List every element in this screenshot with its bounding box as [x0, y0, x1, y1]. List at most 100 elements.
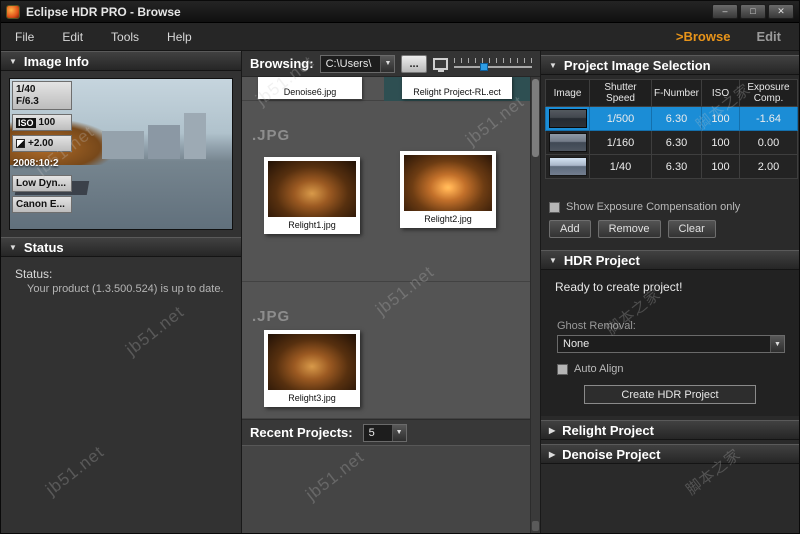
- collapse-icon: ▼: [549, 60, 557, 70]
- app-icon: [6, 4, 20, 19]
- photo-building: [148, 125, 180, 159]
- file-card[interactable]: Relight2.jpg: [400, 151, 496, 228]
- exif-iso-value: 100: [38, 117, 56, 128]
- file-thumbnail: [268, 161, 356, 217]
- status-header[interactable]: ▼ Status: [1, 237, 241, 257]
- file-group-row: .JPG Relight1.jpg Relight2.jpg: [242, 101, 530, 282]
- exif-shutter-aperture: 1/40 F/6.3: [12, 81, 72, 110]
- file-card[interactable]: Denoise6.jpg: [258, 77, 362, 99]
- table-row[interactable]: 1/500 6.30 100 -1.64: [545, 106, 798, 131]
- auto-align-checkbox[interactable]: [557, 363, 568, 375]
- cell-iso: 100: [701, 106, 740, 131]
- file-name: Relight2.jpg: [424, 214, 472, 224]
- minimize-button[interactable]: –: [712, 4, 738, 19]
- remove-button[interactable]: Remove: [597, 220, 661, 238]
- browser-panel: Browsing: C:\Users\ ▼ ... Denoise6.jpg R…: [241, 51, 541, 533]
- mode-browse[interactable]: >Browse: [676, 29, 731, 44]
- expand-icon: ▶: [549, 449, 556, 459]
- menu-edit[interactable]: Edit: [48, 23, 97, 51]
- denoise-project-title: Denoise Project: [562, 446, 661, 462]
- hdr-project-title: HDR Project: [563, 252, 640, 268]
- col-f-number: F-Number: [651, 79, 702, 107]
- denoise-project-header[interactable]: ▶ Denoise Project: [541, 444, 799, 464]
- col-image: Image: [545, 79, 590, 107]
- close-button[interactable]: ✕: [768, 4, 794, 19]
- add-button[interactable]: Add: [549, 220, 591, 238]
- file-card[interactable]: Relight3.jpg: [264, 330, 360, 407]
- exif-camera[interactable]: Canon E...: [12, 196, 72, 213]
- file-name: Relight1.jpg: [288, 220, 336, 230]
- show-ev-only-checkbox[interactable]: [549, 201, 560, 213]
- mode-switcher: >Browse Edit: [676, 29, 799, 44]
- status-message: Your product (1.3.500.524) is up to date…: [27, 283, 224, 295]
- browse-folder-button[interactable]: ...: [401, 54, 427, 73]
- hdr-project-content: Ready to create project! Ghost Removal: …: [541, 270, 799, 416]
- menu-bar: File Edit Tools Help >Browse Edit: [1, 23, 799, 51]
- project-panel: ▼ Project Image Selection Image Shutter …: [541, 51, 799, 533]
- photo-building: [184, 113, 206, 159]
- file-card[interactable]: Relight1.jpg: [264, 157, 360, 234]
- relight-project-title: Relight Project: [562, 422, 654, 438]
- photo-building: [102, 131, 144, 159]
- view-mode-icon[interactable]: [432, 57, 449, 72]
- slider-handle[interactable]: [480, 62, 489, 71]
- iso-badge: ISO: [16, 117, 36, 128]
- cell-shutter: 1/160: [589, 130, 652, 155]
- status-label: Status:: [15, 267, 53, 281]
- window-controls: – □ ✕: [712, 4, 794, 19]
- ghost-removal-dropdown[interactable]: None ▼: [557, 335, 785, 353]
- vertical-scrollbar[interactable]: [530, 77, 540, 533]
- app-window: Eclipse HDR PRO - Browse – □ ✕ File Edit…: [0, 0, 800, 534]
- recent-projects-bar: Recent Projects: 5 ▼: [242, 419, 530, 445]
- title-bar: Eclipse HDR PRO - Browse – □ ✕: [1, 1, 799, 23]
- cell-ev: 2.00: [739, 154, 798, 179]
- show-ev-only-label: Show Exposure Compensation only: [566, 201, 741, 213]
- cell-shutter: 1/500: [589, 106, 652, 131]
- scrollbar-thumb[interactable]: [532, 79, 539, 157]
- ghost-removal-value: None: [563, 338, 590, 350]
- exif-date: 2008:10:2: [13, 158, 59, 169]
- selected-file-tile[interactable]: Relight Project-RL.ect: [384, 77, 530, 101]
- exif-shutter: 1/40: [16, 84, 36, 95]
- file-name: Relight3.jpg: [288, 393, 336, 403]
- slider-track: [454, 65, 532, 68]
- create-hdr-project-button[interactable]: Create HDR Project: [584, 385, 756, 404]
- col-iso: ISO: [701, 79, 740, 107]
- row-thumbnail: [548, 109, 587, 128]
- project-image-selection-header[interactable]: ▼ Project Image Selection: [541, 55, 799, 75]
- recent-projects-dropdown[interactable]: 5 ▼: [362, 423, 407, 442]
- exif-ev: +2.00: [12, 135, 72, 152]
- recent-projects-label: Recent Projects:: [250, 425, 353, 440]
- thumbnail-size-slider: [454, 57, 532, 71]
- browsing-toolbar: Browsing: C:\Users\ ▼ ...: [242, 51, 540, 77]
- exposure-icon: [16, 139, 25, 148]
- mode-edit[interactable]: Edit: [756, 29, 781, 44]
- exif-dynamic-range[interactable]: Low Dyn...: [12, 175, 72, 192]
- col-exposure-comp: Exposure Comp.: [739, 79, 798, 107]
- auto-align-label: Auto Align: [574, 363, 624, 375]
- file-card[interactable]: Relight Project-RL.ect: [402, 77, 512, 99]
- chevron-down-icon: ▼: [391, 424, 406, 441]
- menu-file[interactable]: File: [1, 23, 48, 51]
- path-value: C:\Users\: [325, 57, 372, 70]
- relight-project-header[interactable]: ▶ Relight Project: [541, 420, 799, 440]
- maximize-button[interactable]: □: [740, 4, 766, 19]
- cell-ev: 0.00: [739, 130, 798, 155]
- cell-ev: -1.64: [739, 106, 798, 131]
- table-row[interactable]: 1/160 6.30 100 0.00: [545, 130, 798, 155]
- file-thumbnail: [268, 334, 356, 390]
- table-row[interactable]: 1/40 6.30 100 2.00: [545, 154, 798, 179]
- scrollbar-down-arrow[interactable]: [532, 521, 539, 531]
- project-image-selection-title: Project Image Selection: [563, 57, 711, 73]
- recent-projects-value: 5: [368, 426, 375, 439]
- collapse-icon: ▼: [9, 56, 17, 66]
- cell-iso: 100: [701, 130, 740, 155]
- image-info-header[interactable]: ▼ Image Info: [1, 51, 241, 71]
- hdr-project-header[interactable]: ▼ HDR Project: [541, 250, 799, 270]
- path-dropdown[interactable]: C:\Users\ ▼: [319, 54, 396, 73]
- menu-help[interactable]: Help: [153, 23, 206, 51]
- clear-button[interactable]: Clear: [667, 220, 716, 238]
- menu-tools[interactable]: Tools: [97, 23, 153, 51]
- col-shutter-speed: Shutter Speed: [589, 79, 652, 107]
- slider-ticks: [454, 57, 532, 63]
